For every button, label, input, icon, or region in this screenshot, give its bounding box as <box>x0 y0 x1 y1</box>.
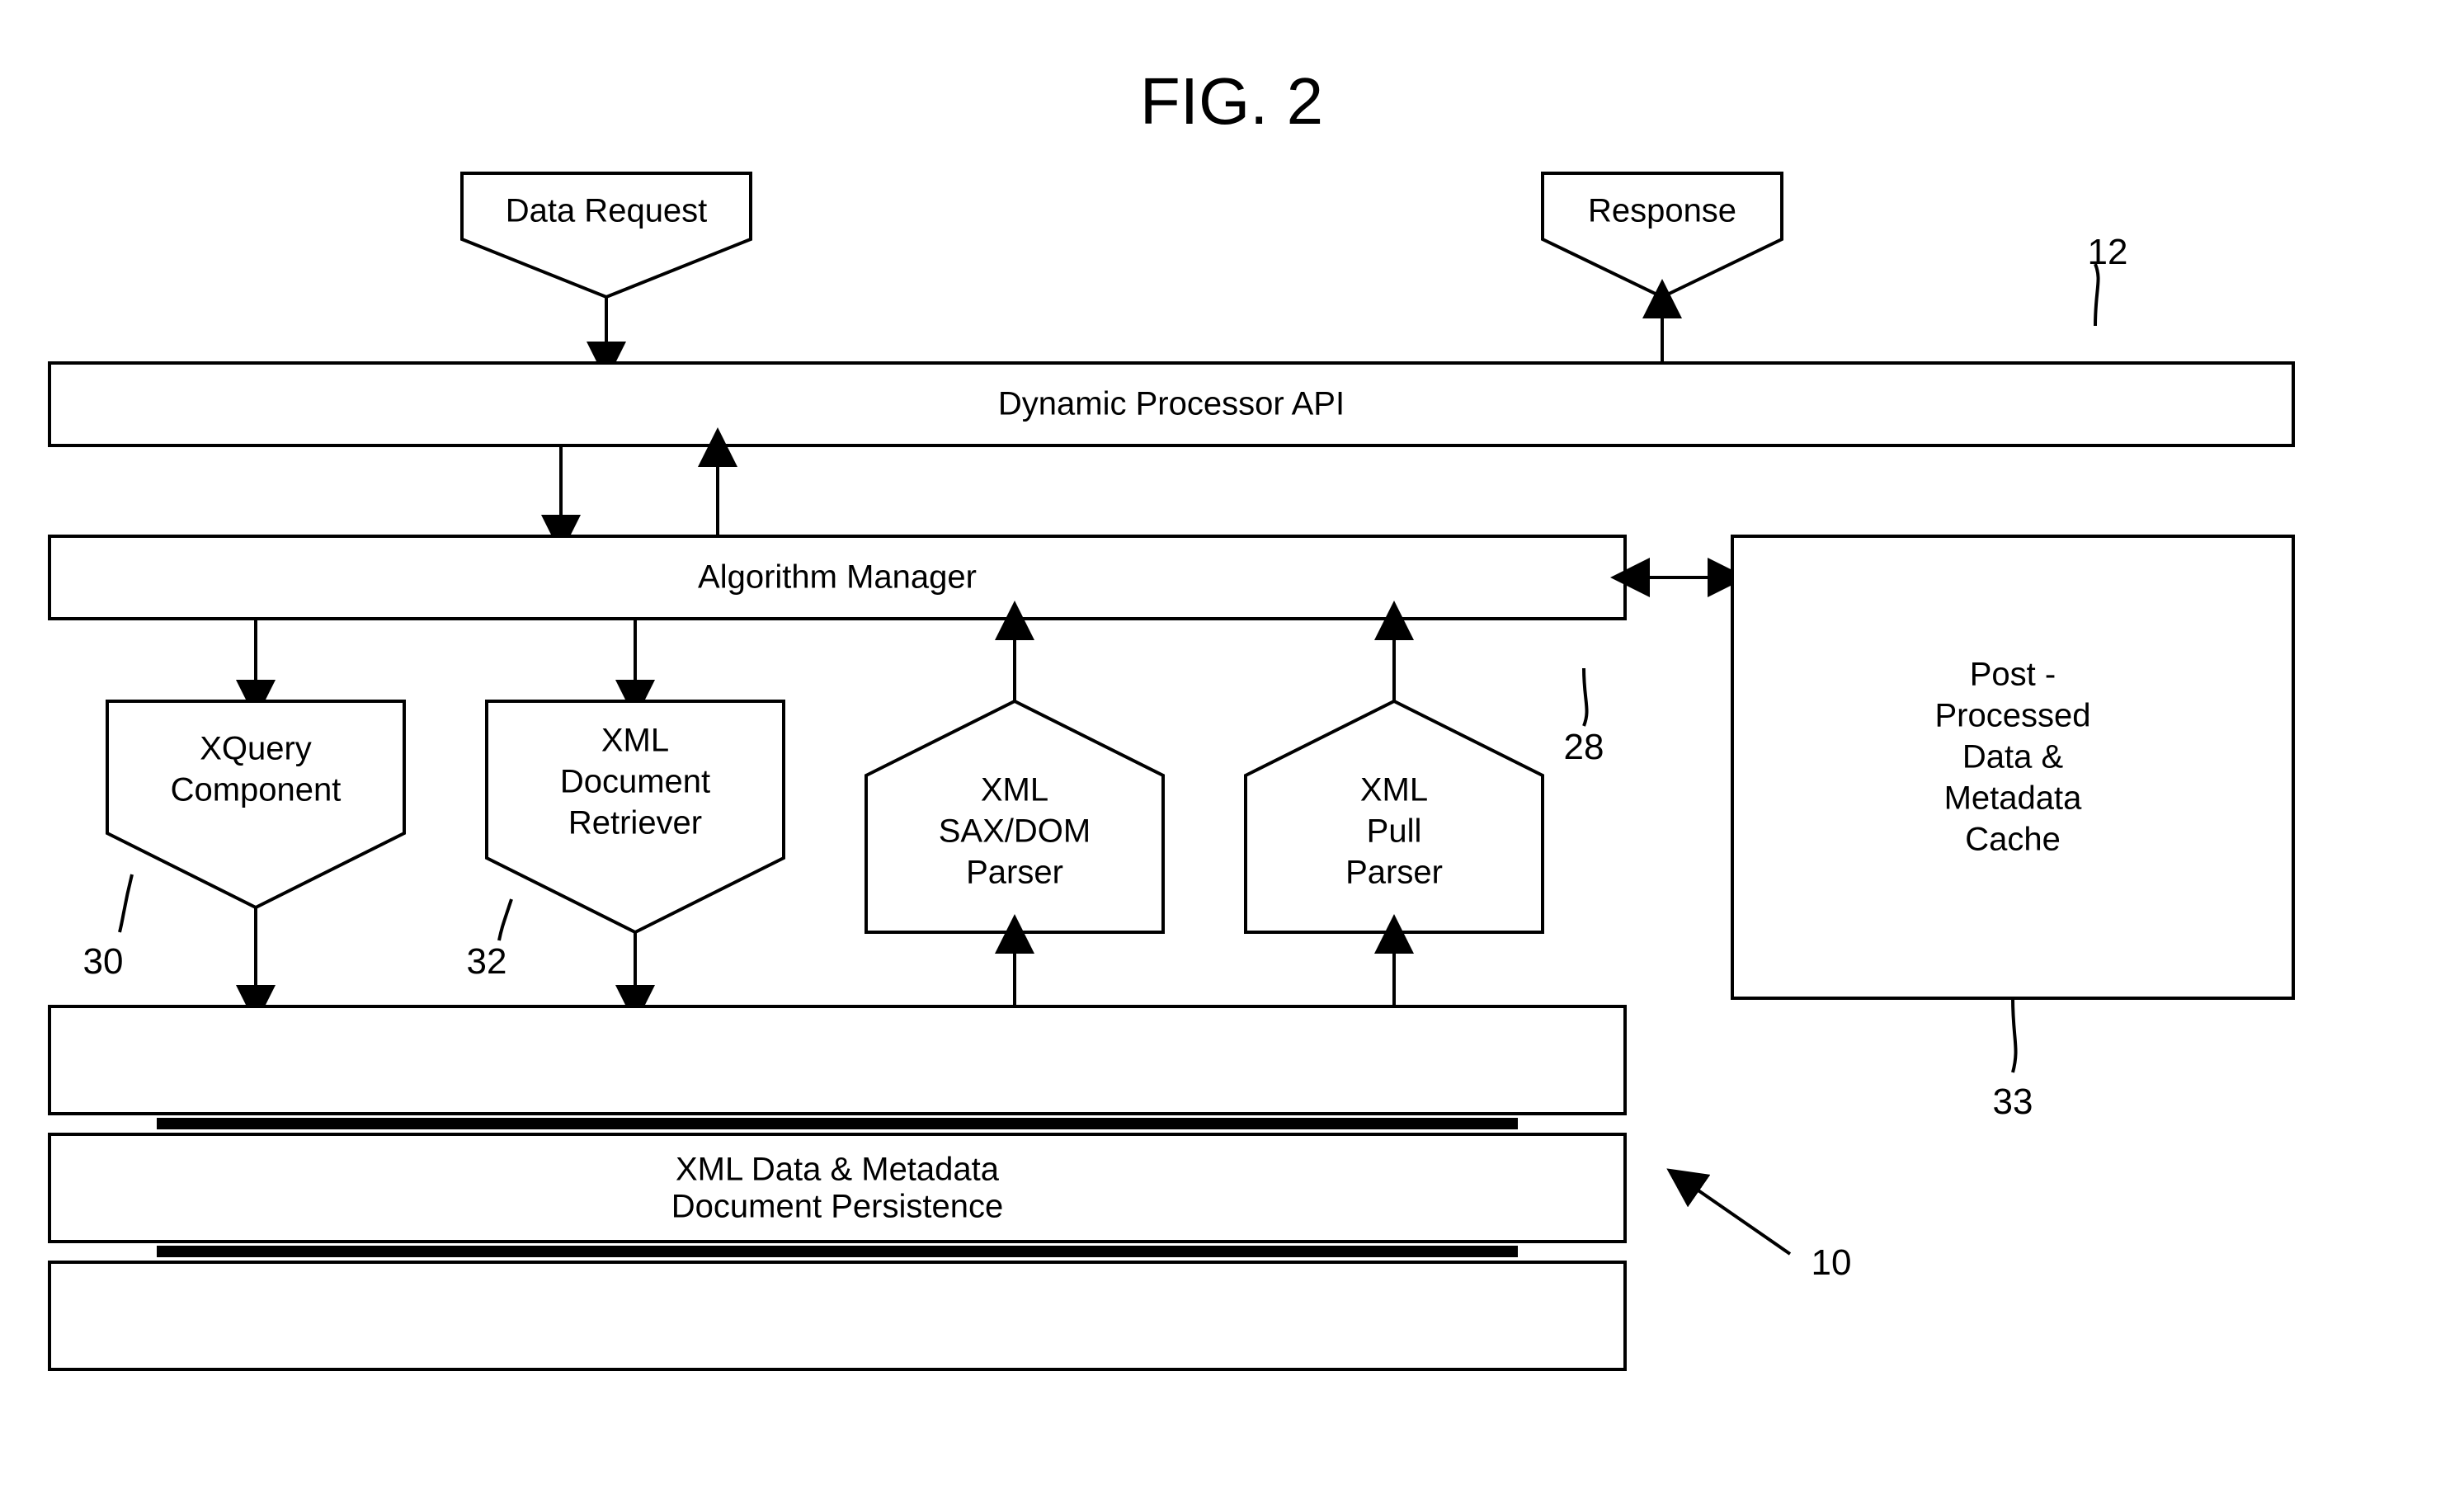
retriever-l2: Document <box>560 764 710 800</box>
cache-block: Post - Processed Data & Metadata Cache <box>1732 536 2293 998</box>
retriever-block: XML Document Retriever <box>487 701 784 932</box>
cache-l2: Processed <box>1935 698 2091 734</box>
saxdom-block: XML SAX/DOM Parser <box>866 701 1163 932</box>
lead-28 <box>1584 668 1587 726</box>
lead-33 <box>2013 998 2016 1072</box>
retriever-l3: Retriever <box>568 805 702 841</box>
cache-l3: Data & <box>1962 739 2064 775</box>
ref-10: 10 <box>1811 1242 1852 1283</box>
data-request-label: Data Request <box>506 193 708 229</box>
persistence-l2: Document Persistence <box>671 1189 1003 1225</box>
response-label: Response <box>1588 193 1736 229</box>
saxdom-l3: Parser <box>966 855 1063 891</box>
api-block: Dynamic Processor API <box>49 363 2293 445</box>
pull-block: XML Pull Parser <box>1246 701 1543 932</box>
persistence-stack: XML Data & Metadata Document Persistence <box>49 1006 1625 1369</box>
xquery-block: XQuery Component <box>107 701 404 907</box>
data-request-tag: Data Request <box>462 173 751 297</box>
xquery-l2: Component <box>171 772 342 808</box>
lead-12 <box>2095 264 2099 326</box>
lead-10 <box>1683 1180 1790 1254</box>
algorithm-manager-label: Algorithm Manager <box>698 559 977 596</box>
ref-12: 12 <box>2088 232 2128 272</box>
ref-32: 32 <box>467 941 507 982</box>
ref-33: 33 <box>1993 1082 2033 1122</box>
saxdom-l2: SAX/DOM <box>939 813 1091 850</box>
figure-label: FIG. 2 <box>1140 64 1323 138</box>
api-label: Dynamic Processor API <box>998 386 1345 422</box>
response-tag: Response <box>1543 173 1782 297</box>
xquery-l1: XQuery <box>200 731 312 767</box>
ref-30: 30 <box>83 941 124 982</box>
ref-28: 28 <box>1564 727 1604 767</box>
cache-l4: Metadata <box>1944 780 2083 817</box>
algorithm-manager-block: Algorithm Manager <box>49 536 1625 619</box>
persistence-l1: XML Data & Metadata <box>676 1152 1000 1188</box>
retriever-l1: XML <box>601 723 669 759</box>
saxdom-l1: XML <box>981 772 1048 808</box>
diagram-canvas: FIG. 2 Data Request Response Dynamic Pro… <box>0 0 2464 1494</box>
pull-l1: XML <box>1360 772 1428 808</box>
cache-l5: Cache <box>1965 822 2061 858</box>
lead-32 <box>499 899 511 940</box>
cache-l1: Post - <box>1970 657 2056 693</box>
pull-l3: Parser <box>1345 855 1443 891</box>
pull-l2: Pull <box>1367 813 1422 850</box>
lead-30 <box>120 874 132 932</box>
